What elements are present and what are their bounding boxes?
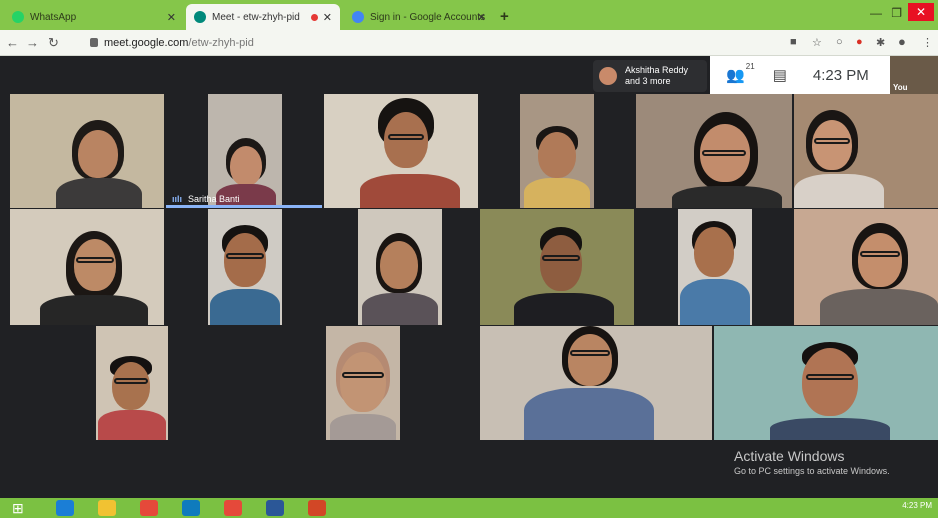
tab-title: WhatsApp (30, 11, 77, 23)
chrome-icon[interactable] (140, 500, 158, 516)
extension-icon[interactable]: ○ (836, 36, 843, 48)
whatsapp-icon (12, 11, 24, 23)
reload-icon[interactable]: ↻ (48, 35, 59, 51)
participant-tile[interactable] (678, 209, 752, 325)
participant-tile[interactable] (326, 326, 400, 440)
presenter-name: Akshitha Reddy (625, 65, 689, 75)
tab-meet[interactable]: Meet - etw-zhyh-pid ✕ (186, 4, 340, 30)
profile-icon[interactable]: ● (898, 34, 906, 49)
chrome-icon[interactable] (224, 500, 242, 516)
puzzle-icon[interactable]: ✱ (876, 36, 885, 49)
close-icon[interactable]: ✕ (323, 11, 332, 24)
speaker-tile[interactable]: ıılı Saritha Banti (166, 94, 322, 208)
url-path: /etw-zhyh-pid (188, 37, 254, 49)
participant-tile[interactable] (714, 326, 938, 440)
participant-tile[interactable] (794, 94, 938, 208)
speaking-indicator (166, 205, 322, 208)
camera-icon[interactable]: ■ (790, 36, 797, 48)
avatar (599, 67, 617, 85)
windows-start-icon[interactable]: ⊞ (12, 500, 30, 516)
participant-tile[interactable] (324, 94, 478, 208)
self-label: You (893, 83, 908, 92)
meeting-time: 4:23 PM (812, 66, 869, 84)
url-field[interactable]: meet.google.com/etw-zhyh-pid (104, 37, 254, 49)
close-icon[interactable]: ✕ (477, 11, 486, 24)
participant-tile[interactable] (480, 209, 634, 325)
tab-whatsapp[interactable]: WhatsApp ✕ (4, 4, 184, 30)
google-icon (352, 11, 364, 23)
speaker-name: Saritha Banti (188, 194, 240, 204)
watermark-title: Activate Windows (734, 448, 845, 464)
powerpoint-icon[interactable] (308, 500, 326, 516)
participant-tile[interactable] (480, 326, 712, 440)
participant-tile[interactable] (358, 209, 442, 325)
participant-tile[interactable] (520, 94, 594, 208)
participant-tile[interactable] (10, 209, 164, 325)
browser-tab-bar: WhatsApp ✕ Meet - etw-zhyh-pid ✕ Sign in… (0, 0, 938, 30)
url-domain: meet.google.com (104, 37, 189, 49)
participant-tile[interactable] (208, 209, 282, 325)
tab-title: Sign in - Google Accounts (370, 11, 486, 23)
word-icon[interactable] (266, 500, 284, 516)
chat-icon[interactable]: ▤ (773, 66, 787, 84)
close-window-icon[interactable]: ✕ (908, 3, 934, 21)
maximize-icon[interactable]: ❐ (891, 6, 902, 20)
menu-icon[interactable]: ⋮ (922, 36, 933, 49)
meet-icon (194, 11, 206, 23)
back-icon[interactable]: ← (6, 35, 19, 50)
tab-google-accounts[interactable]: Sign in - Google Accounts ✕ (344, 4, 494, 30)
minimize-icon[interactable]: — (870, 6, 882, 20)
self-view-tile[interactable]: You (890, 56, 938, 94)
participant-count: 21 (745, 62, 755, 71)
activate-windows-watermark: Activate Windows Go to PC settings to ac… (734, 448, 890, 476)
taskbar: ⊞ 4:23 PM (0, 498, 938, 518)
tab-title: Meet - etw-zhyh-pid (212, 11, 300, 23)
edge-icon[interactable] (56, 500, 74, 516)
lock-icon (90, 38, 98, 47)
watermark-subtitle: Go to PC settings to activate Windows. (734, 466, 890, 476)
speaker-nameplate: ıılı Saritha Banti (172, 194, 240, 204)
taskbar-clock[interactable]: 4:23 PM (902, 501, 932, 510)
presenter-others: and 3 more (625, 76, 671, 86)
edge-new-icon[interactable] (182, 500, 200, 516)
new-tab-button[interactable]: + (500, 8, 509, 25)
presenter-chip[interactable]: Akshitha Reddy and 3 more (593, 60, 707, 92)
extension-icon[interactable]: ● (856, 36, 863, 48)
participant-tile[interactable] (96, 326, 168, 440)
file-explorer-icon[interactable] (98, 500, 116, 516)
people-icon[interactable]: 👥 21 (726, 62, 755, 84)
close-icon[interactable]: ✕ (167, 11, 176, 24)
star-icon[interactable]: ☆ (812, 36, 822, 49)
forward-icon[interactable]: → (26, 35, 39, 50)
meet-top-bar: 👥 21 ▤ 4:23 PM (710, 56, 890, 94)
recording-icon (311, 13, 318, 21)
audio-level-icon: ıılı (172, 194, 183, 204)
participant-tile[interactable] (10, 94, 164, 208)
participant-tile[interactable] (636, 94, 792, 208)
meet-call-area: Akshitha Reddy and 3 more 👥 21 ▤ 4:23 PM … (0, 56, 938, 498)
address-bar: ← → ↻ meet.google.com/etw-zhyh-pid ■ ☆ ○… (0, 30, 938, 56)
participant-tile[interactable] (794, 209, 938, 325)
